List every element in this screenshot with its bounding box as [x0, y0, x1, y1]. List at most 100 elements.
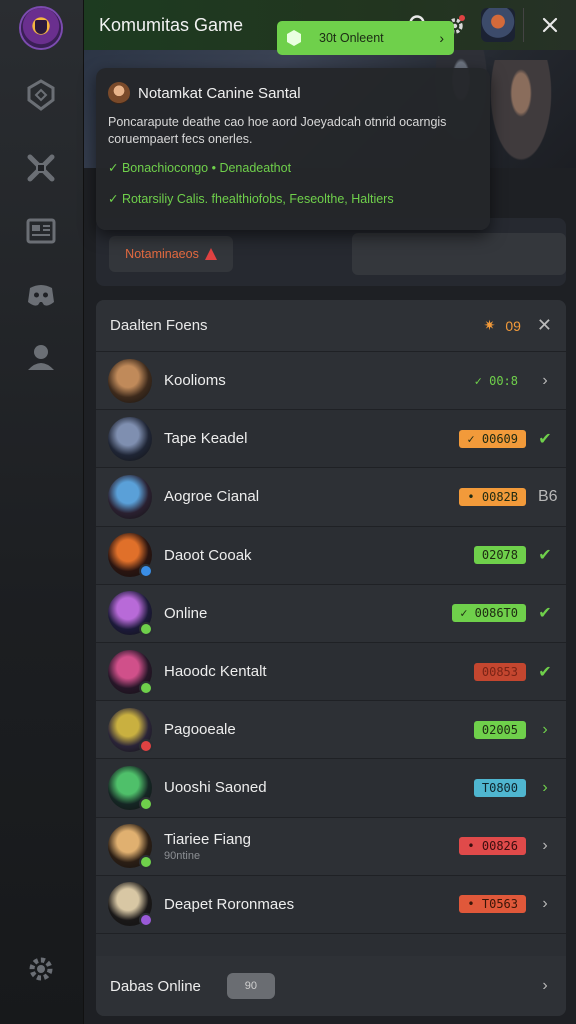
friend-name: Tape Keadel — [164, 430, 459, 447]
avatar — [108, 649, 153, 695]
list-item[interactable]: Aogroe Cianal • 0082B B6 — [96, 468, 566, 527]
user-icon[interactable] — [18, 334, 64, 380]
header-divider — [523, 8, 524, 42]
friend-name: Online — [164, 605, 452, 622]
avatar — [108, 474, 152, 519]
status-badge: 00853 — [473, 662, 526, 681]
friend-name-label: Online — [164, 604, 208, 622]
avatar — [108, 882, 153, 928]
avatar — [108, 765, 153, 811]
discord-icon[interactable] — [18, 272, 64, 318]
friend-name-label: Tiariee Fiang — [164, 830, 251, 848]
list-item[interactable]: Tape Keadel ✓ 00609 ✔ — [96, 410, 566, 469]
list-item[interactable]: Daoot Cooak 02078 ✔ — [96, 526, 566, 585]
panel-footer[interactable]: Dabas Online 90 › — [96, 956, 566, 1016]
friend-name-label: Aogroe Cianal — [164, 488, 260, 506]
tools-icon[interactable] — [18, 145, 64, 191]
logo-icon[interactable] — [21, 8, 61, 48]
status-badge: • T0563 — [459, 895, 526, 914]
online-button[interactable]: 30t Onleent › — [277, 21, 454, 55]
friend-name: Daoot Cooak — [164, 547, 474, 564]
left-rail — [0, 0, 84, 1024]
alert-icon — [204, 248, 217, 260]
avatar — [108, 591, 153, 637]
friend-name: Aogroe Cianal — [164, 488, 459, 505]
row-action-icon[interactable]: ✔ — [538, 429, 552, 449]
app-window: Komumitas Game Notaminaeos 30t Onleent › — [0, 0, 576, 1024]
friend-name: Deapet Roronmaes — [164, 896, 459, 913]
info-tooltip: Notamkat Canine Santal Poncarapute death… — [96, 68, 490, 230]
spark-icon: ✷ — [483, 317, 496, 333]
footer-toggle[interactable]: 90 — [226, 973, 275, 999]
banner-character — [486, 60, 556, 168]
shield-icon[interactable] — [18, 72, 64, 118]
chevron-right-icon: › — [439, 30, 444, 46]
row-action-icon[interactable]: › — [538, 837, 552, 855]
tooltip-check-1: ✓ Bonachiocongo • Denadeathot — [108, 161, 292, 175]
news-icon[interactable] — [18, 208, 64, 254]
row-action-icon[interactable]: ✔ — [538, 545, 552, 565]
list-item[interactable]: Koolioms ✓ 00:8 › — [96, 352, 566, 411]
user-avatar[interactable] — [481, 8, 515, 42]
friend-name-label: Pagooeale — [164, 721, 236, 739]
list-item[interactable]: Pagooeale 02005 › — [96, 701, 566, 760]
status-segment — [352, 233, 566, 275]
presence-dot — [139, 680, 153, 695]
row-action-icon[interactable]: B6 — [538, 488, 558, 506]
row-action-icon[interactable]: › — [538, 372, 552, 390]
list-item[interactable]: Online ✓ 0086T0 ✔ — [96, 584, 566, 643]
row-action-icon[interactable]: › — [538, 779, 552, 797]
presence-dot — [139, 913, 153, 928]
status-badge: 02005 — [473, 720, 526, 739]
close-icon[interactable] — [532, 7, 568, 43]
avatar — [108, 358, 152, 403]
avatar — [108, 824, 153, 870]
friend-name-label: Daoot Cooak — [164, 546, 252, 564]
list-item[interactable]: Tiariee Fiang 90ntine • 00826 › — [96, 817, 566, 876]
presence-dot — [139, 796, 153, 811]
presence-dot — [139, 738, 153, 753]
list-item[interactable]: Uooshi Saoned T0800 › — [96, 759, 566, 818]
close-icon[interactable]: ✕ — [537, 315, 552, 336]
status-badge: ✓ 0086T0 — [452, 604, 526, 623]
status-badge: • 00826 — [459, 837, 526, 856]
online-button-label: 30t Onleent — [319, 31, 384, 45]
tooltip-title: Notamkat Canine Santal — [138, 84, 301, 102]
friend-subtitle: 90ntine — [164, 849, 201, 862]
status-badge: T0800 — [473, 778, 526, 797]
status-badge: • 0082B — [459, 487, 526, 506]
notifications-button[interactable]: Notaminaeos — [109, 236, 233, 272]
row-action-icon[interactable]: ✔ — [538, 603, 552, 623]
settings-icon[interactable] — [18, 946, 64, 992]
status-badge: 02078 — [473, 546, 526, 565]
friend-name: Tiariee Fiang 90ntine — [164, 831, 459, 862]
tooltip-avatar — [108, 82, 130, 104]
hex-icon — [287, 30, 301, 46]
friends-list: Koolioms ✓ 00:8 › Tape Keadel ✓ 00609 ✔ Aogroe… — [96, 352, 566, 934]
panel-header: Daalten Foens ✷ 09 ✕ — [96, 300, 566, 352]
friend-name: Pagooeale — [164, 721, 474, 738]
chevron-right-icon[interactable]: › — [538, 977, 552, 995]
notifications-label: Notaminaeos — [125, 247, 199, 261]
status-badge: ✓ 00609 — [459, 429, 526, 448]
list-item[interactable]: Haoodc Kentalt 00853 ✔ — [96, 642, 566, 702]
friends-panel: Daalten Foens ✷ 09 ✕ Koolioms ✓ 00:8 › Tape… — [96, 300, 566, 1016]
list-item[interactable]: Deapet Roronmaes • T0563 › — [96, 875, 566, 934]
avatar — [108, 707, 153, 753]
row-action-icon[interactable]: › — [538, 895, 552, 913]
friend-name-label: Koolioms — [164, 372, 226, 390]
panel-title: Daalten Foens — [110, 317, 208, 334]
friend-name-label: Deapet Roronmaes — [164, 895, 295, 913]
friend-name-label: Tape Keadel — [164, 430, 248, 448]
friend-name-label: Haoodc Kentalt — [164, 663, 267, 681]
tooltip-check-2: ✓ Rotarsiliy Calis. fhealthiofobs, Feseo… — [108, 192, 394, 206]
tooltip-body: Poncarapute deathe cao hoe aord Joeyadca… — [108, 115, 447, 146]
presence-dot — [139, 622, 153, 637]
status-badge: ✓ 00:8 — [474, 373, 518, 388]
avatar — [108, 533, 153, 579]
friend-name: Koolioms — [164, 372, 467, 389]
row-action-icon[interactable]: › — [538, 721, 552, 739]
friend-name-label: Uooshi Saoned — [164, 779, 267, 797]
row-action-icon[interactable]: ✔ — [538, 662, 552, 682]
friend-count: 09 — [505, 317, 521, 334]
